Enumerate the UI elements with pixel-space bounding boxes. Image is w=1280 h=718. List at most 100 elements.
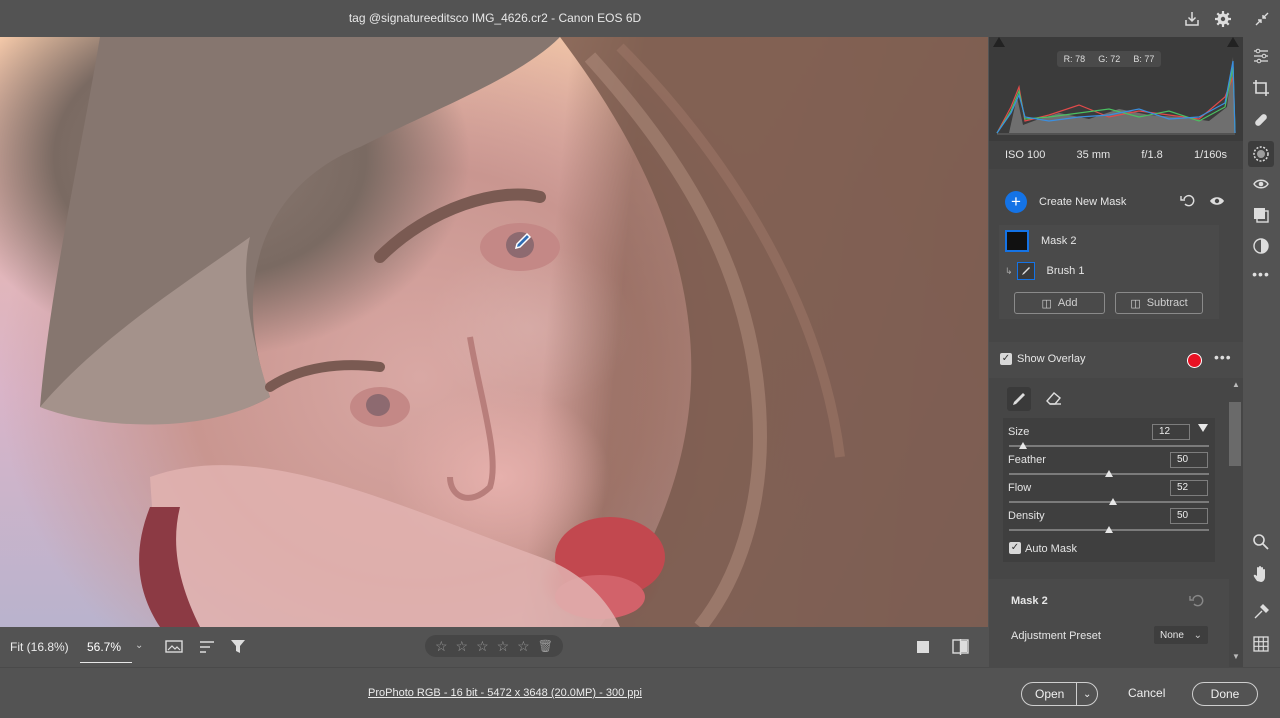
filter-icon[interactable]	[230, 638, 248, 659]
density-label: Density	[1008, 510, 1045, 522]
window-title: tag @signatureeditsco IMG_4626.cr2 - Can…	[348, 11, 642, 25]
star-icon[interactable]: ☆	[517, 638, 530, 655]
reset-mask-icon[interactable]	[1180, 193, 1196, 210]
star-icon[interactable]: ☆	[497, 638, 510, 655]
flow-slider-thumb[interactable]	[1109, 498, 1117, 505]
subtract-mask-icon: ◫	[1130, 297, 1141, 310]
feather-input[interactable]: 50	[1170, 452, 1208, 468]
brush-item[interactable]: ↳ Brush 1	[999, 257, 1219, 285]
sort-icon[interactable]	[199, 639, 217, 658]
adjustment-preset-label: Adjustment Preset	[1011, 630, 1101, 642]
size-label: Size	[1008, 426, 1030, 438]
adjustment-preset-value: None	[1160, 629, 1184, 641]
gear-icon[interactable]	[1212, 8, 1234, 30]
compare-view-icon[interactable]	[952, 638, 970, 659]
done-button[interactable]: Done	[1192, 682, 1258, 706]
feather-slider-thumb[interactable]	[1105, 470, 1113, 477]
b-value: B: 77	[1133, 54, 1155, 64]
crop-icon[interactable]	[1250, 77, 1272, 99]
brush-icon	[1016, 262, 1035, 280]
scrollbar-thumb[interactable]	[1229, 402, 1241, 466]
healing-icon[interactable]	[1250, 109, 1272, 131]
single-view-icon[interactable]	[917, 641, 929, 653]
star-rating[interactable]: ☆ ☆ ☆ ☆ ☆ 🗑	[425, 635, 563, 657]
adjustment-section-title: Mask 2	[1011, 595, 1048, 607]
color-sampler-icon[interactable]	[1250, 601, 1272, 623]
create-new-mask-icon[interactable]: +	[1005, 191, 1027, 213]
save-icon[interactable]	[1181, 8, 1203, 30]
zoom-underline	[80, 662, 132, 663]
size-dropdown-icon[interactable]	[1198, 424, 1208, 432]
snapshots-icon[interactable]	[1250, 204, 1272, 226]
scroll-up-icon[interactable]: ▲	[1232, 380, 1240, 389]
collapse-icon[interactable]	[1251, 8, 1273, 30]
subtract-mask-button[interactable]: ◫ Subtract	[1115, 292, 1203, 314]
size-input[interactable]: 12	[1152, 424, 1190, 440]
open-button-group: Open ⌄	[1021, 682, 1098, 706]
eraser-icon[interactable]	[1045, 390, 1063, 409]
chevron-down-icon[interactable]: ⌄	[135, 640, 143, 651]
image-canvas[interactable]	[0, 37, 988, 627]
aperture-value: f/1.8	[1141, 149, 1163, 161]
filmstrip-icon[interactable]	[165, 639, 185, 658]
histogram: R: 78 G: 72 B: 77	[989, 37, 1243, 141]
flow-input[interactable]: 52	[1170, 480, 1208, 496]
auto-mask-checkbox[interactable]: ✓	[1009, 542, 1021, 554]
panel-scrollbar[interactable]: ▲ ▼	[1229, 380, 1241, 665]
red-eye-icon[interactable]	[1250, 173, 1272, 195]
scroll-down-icon[interactable]: ▼	[1232, 652, 1240, 661]
child-indent-icon: ↳	[1005, 265, 1013, 276]
cancel-button[interactable]: Cancel	[1128, 686, 1165, 700]
zoom-icon[interactable]	[1250, 531, 1272, 553]
focal-length-value: 35 mm	[1076, 149, 1111, 161]
masks-section: + Create New Mask Mask 2 ↳ Brush 1 ◫ Add…	[989, 183, 1229, 323]
subtract-mask-label: Subtract	[1146, 297, 1188, 309]
more-options-icon[interactable]: •••	[1214, 349, 1232, 365]
brush-tool-icon[interactable]	[1007, 387, 1031, 411]
status-bar: ProPhoto RGB - 16 bit - 5472 x 3648 (20.…	[0, 667, 1280, 718]
star-icon[interactable]: ☆	[456, 638, 469, 655]
iso-value: ISO 100	[1005, 149, 1046, 161]
hand-icon[interactable]	[1250, 563, 1272, 585]
flow-label: Flow	[1008, 482, 1032, 494]
more-tools-icon[interactable]: •••	[1250, 263, 1272, 285]
create-new-mask-label[interactable]: Create New Mask	[1039, 196, 1126, 208]
trash-icon[interactable]: 🗑	[538, 639, 553, 653]
show-overlay-row: ✓ Show Overlay •••	[989, 342, 1243, 378]
auto-mask-label: Auto Mask	[1025, 543, 1077, 555]
fit-zoom-button[interactable]: Fit (16.8%)	[10, 640, 69, 654]
star-icon[interactable]: ☆	[476, 638, 489, 655]
portrait-photo	[40, 37, 988, 627]
edit-panel: R: 78 G: 72 B: 77 ISO 100 35 mm f/1.8 1/…	[989, 37, 1243, 667]
mask-item[interactable]: Mask 2	[999, 227, 1219, 255]
r-value: R: 78	[1063, 54, 1086, 64]
g-value: G: 72	[1098, 54, 1121, 64]
rgb-readout: R: 78 G: 72 B: 77	[1057, 51, 1161, 67]
mask-thumbnail	[1005, 230, 1029, 252]
size-slider-track[interactable]	[1009, 445, 1209, 447]
edit-sliders-icon[interactable]	[1250, 45, 1272, 67]
star-icon[interactable]: ☆	[435, 638, 448, 655]
camera-raw-window: tag @signatureeditsco IMG_4626.cr2 - Can…	[0, 0, 1280, 718]
brush-settings: Size 12 Feather 50 Flow 52 Density 50 ✓ …	[1003, 418, 1215, 562]
add-mask-icon: ◫	[1041, 297, 1052, 310]
eye-visibility-icon[interactable]	[1209, 195, 1225, 210]
workflow-options-link[interactable]: ProPhoto RGB - 16 bit - 5472 x 3648 (20.…	[368, 687, 642, 699]
open-button[interactable]: Open	[1035, 683, 1077, 705]
overlay-color-swatch[interactable]	[1187, 353, 1202, 368]
size-slider-thumb[interactable]	[1019, 442, 1027, 449]
add-mask-label: Add	[1057, 297, 1078, 309]
open-options-chevron-icon[interactable]: ⌄	[1083, 689, 1091, 700]
presets-icon[interactable]	[1250, 235, 1272, 257]
density-slider-thumb[interactable]	[1105, 526, 1113, 533]
reset-adjustment-icon[interactable]	[1189, 593, 1205, 610]
grid-overlay-icon[interactable]	[1250, 633, 1272, 655]
masking-icon[interactable]	[1248, 141, 1274, 167]
zoom-level-select[interactable]: 56.7%	[87, 640, 121, 654]
add-mask-button[interactable]: ◫ Add	[1014, 292, 1105, 314]
adjustment-preset-select[interactable]: None ⌄	[1154, 626, 1208, 644]
show-overlay-checkbox[interactable]: ✓	[1000, 353, 1012, 365]
show-overlay-label: Show Overlay	[1017, 353, 1086, 365]
density-input[interactable]: 50	[1170, 508, 1208, 524]
exif-bar: ISO 100 35 mm f/1.8 1/160s	[989, 141, 1243, 169]
